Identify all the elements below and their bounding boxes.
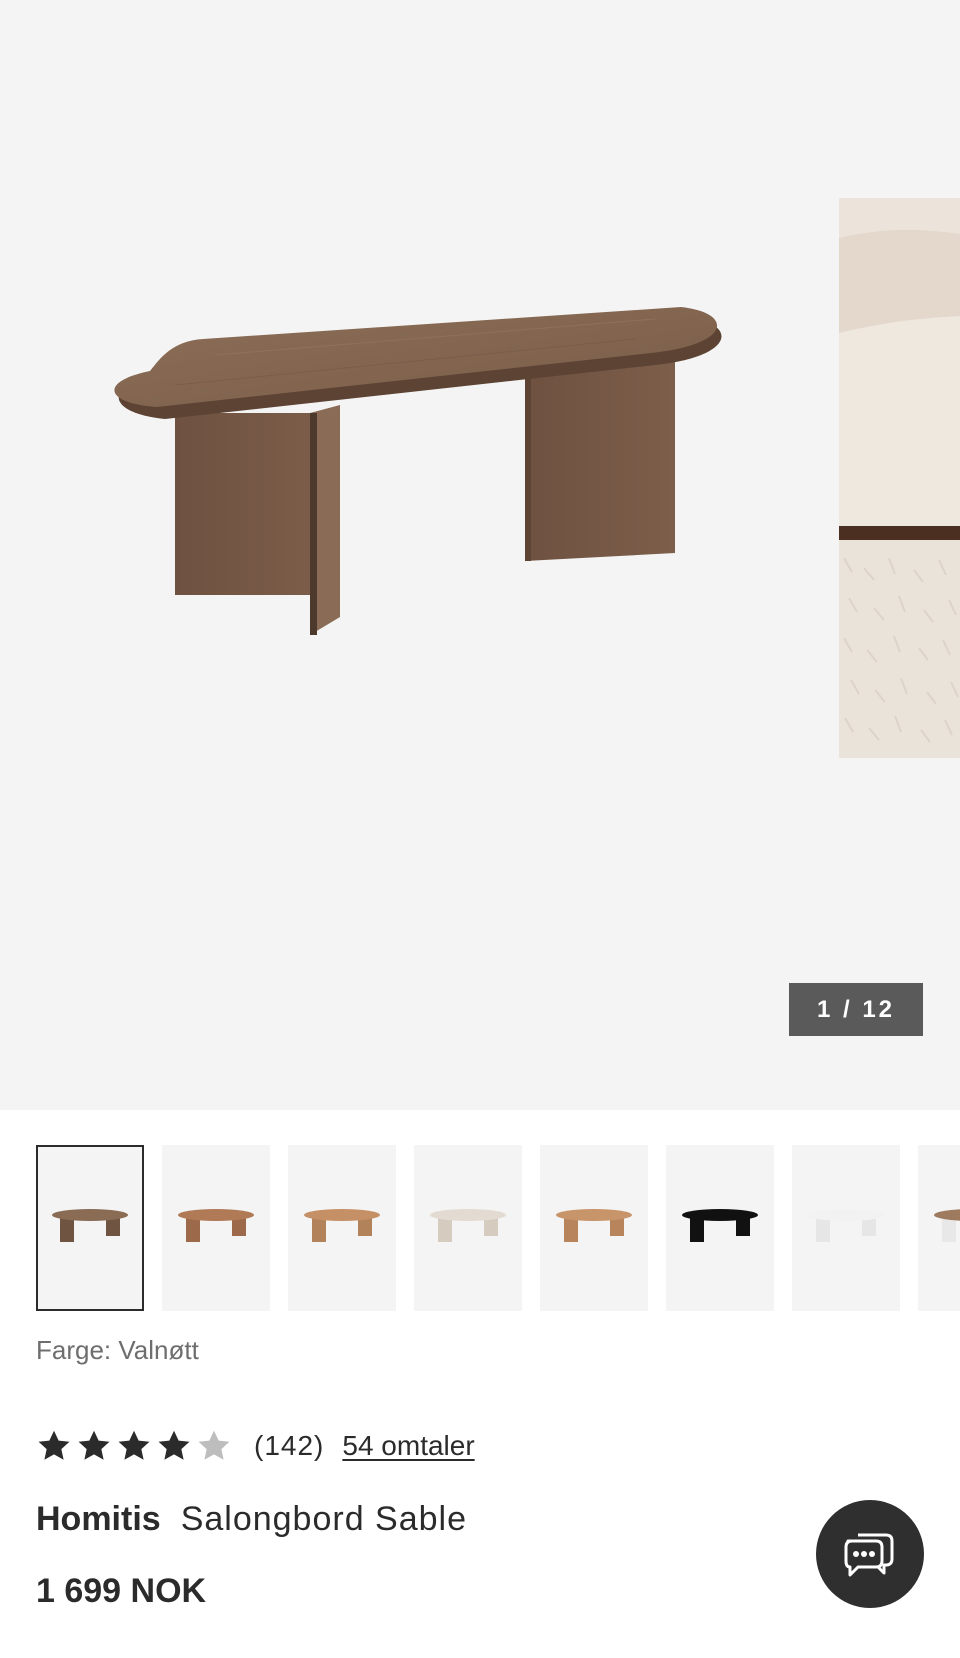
table-thumbnail-image	[430, 1209, 506, 1242]
color-thumbnail[interactable]	[792, 1145, 900, 1311]
table-thumbnail-image	[304, 1209, 380, 1242]
color-thumbnail[interactable]	[414, 1145, 522, 1311]
image-counter: 1 / 12	[789, 983, 923, 1036]
chat-bubbles-icon	[844, 1533, 894, 1577]
color-thumbnail[interactable]	[162, 1145, 270, 1311]
table-thumbnail-image	[682, 1209, 758, 1242]
table-thumbnail-image	[556, 1209, 632, 1242]
color-variant-thumbnails	[36, 1145, 960, 1311]
chat-button[interactable]	[816, 1500, 924, 1608]
product-name: Salongbord Sable	[180, 1500, 468, 1538]
product-price: 1 699 NOK	[36, 1572, 207, 1610]
product-rating: (142) 54 omtaler	[36, 1424, 475, 1468]
star-icon	[198, 1430, 230, 1460]
reviews-link[interactable]: 54 omtaler	[342, 1430, 474, 1462]
color-thumbnail[interactable]	[540, 1145, 648, 1311]
rating-stars	[36, 1428, 232, 1464]
table-thumbnail-image	[934, 1209, 960, 1242]
table-thumbnail-image	[808, 1209, 884, 1242]
product-main-image[interactable]	[95, 295, 745, 675]
rating-count: (142)	[254, 1430, 325, 1461]
color-thumbnail[interactable]	[666, 1145, 774, 1311]
table-thumbnail-image	[178, 1209, 254, 1242]
star-icon	[118, 1430, 150, 1460]
next-product-image-peek[interactable]	[839, 198, 960, 758]
star-icon	[38, 1430, 70, 1460]
table-thumbnail-image	[52, 1209, 128, 1242]
selected-color-label: Farge: Valnøtt	[36, 1335, 199, 1365]
product-image-gallery[interactable]: 1 / 12	[0, 0, 960, 1110]
color-thumbnail[interactable]	[918, 1145, 960, 1311]
brand-name[interactable]: Homitis	[36, 1500, 161, 1539]
star-icon	[158, 1430, 190, 1460]
color-thumbnail[interactable]	[36, 1145, 144, 1311]
color-thumbnail[interactable]	[288, 1145, 396, 1311]
product-title: Homitis Salongbord Sable	[36, 1500, 467, 1539]
star-icon	[78, 1430, 110, 1460]
